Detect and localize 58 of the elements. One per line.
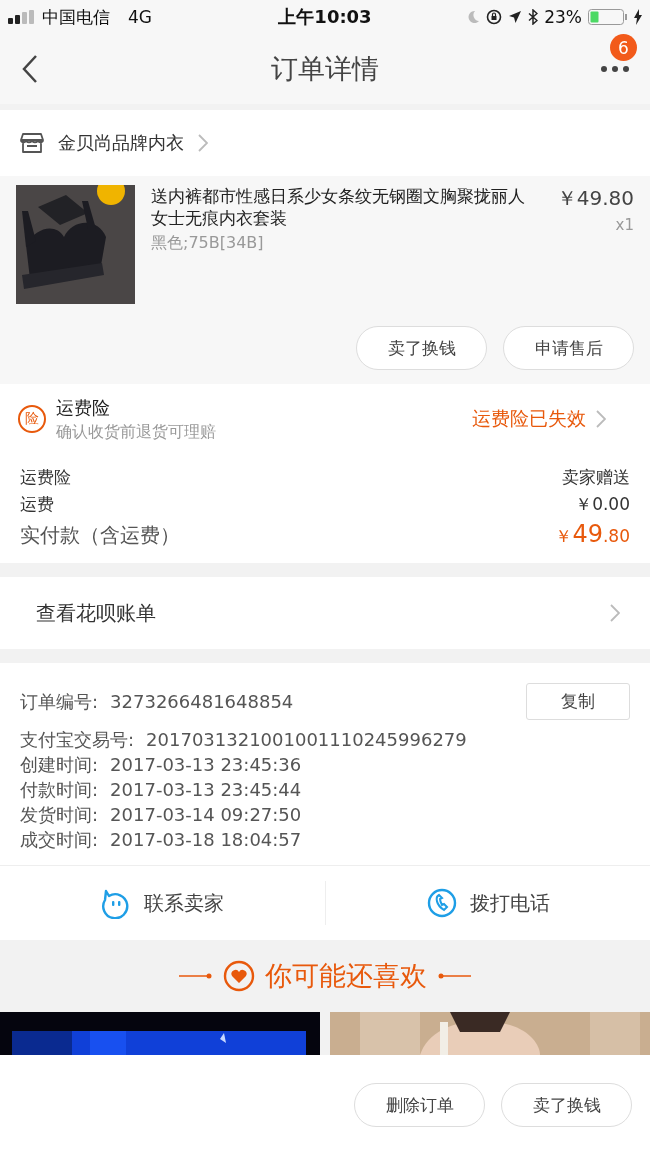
notification-badge: 6: [610, 34, 637, 61]
info-value: 2017-03-14 09:27:50: [110, 804, 302, 826]
product-price: ￥49.80: [556, 185, 634, 212]
info-value: 2017-03-18 18:04:57: [110, 829, 302, 851]
info-value: 2017-03-13 23:45:36: [110, 754, 302, 776]
product-title: 送内裤都市性感日系少女条纹无钢圈文胸聚拢丽人女士无痕内衣套装: [151, 185, 526, 229]
fee-label: 运费: [20, 493, 54, 516]
insurance-status: 运费险已失效: [472, 406, 586, 431]
info-value: 2017-03-13 23:45:44: [110, 779, 302, 801]
status-time: 上午10:03: [278, 5, 372, 29]
phone-icon: [425, 887, 458, 919]
charging-icon: [634, 9, 642, 25]
location-arrow-icon: [508, 10, 523, 24]
contact-button[interactable]: 联系卖家: [0, 873, 325, 933]
info-value: 3273266481648854: [110, 690, 294, 713]
signal-icon: [8, 10, 36, 24]
recommend-title: 你可能还喜欢: [265, 959, 427, 993]
info-label: 订单编号:: [20, 690, 99, 713]
chevron-right-icon: [610, 604, 620, 622]
info-label: 成交时间:: [20, 829, 99, 851]
bill-link[interactable]: 查看花呗账单: [0, 577, 650, 649]
fee-label: 运费险: [20, 466, 71, 489]
action-button[interactable]: 申请售后: [503, 326, 634, 370]
info-label: 创建时间:: [20, 754, 99, 776]
carrier-name: 中国电信: [42, 5, 110, 29]
total-amount: ￥49.80: [555, 520, 630, 548]
contact-button[interactable]: 拨打电话: [325, 873, 650, 933]
info-label: 发货时间:: [20, 804, 99, 826]
copy-button[interactable]: 复制: [526, 683, 630, 720]
moon-icon: [466, 10, 481, 24]
product-variant: 黑色;75B[34B]: [151, 233, 265, 254]
fee-value: ￥0.00: [575, 493, 630, 516]
right-ornament-icon: [437, 972, 471, 980]
insurance-title: 运费险: [56, 395, 111, 420]
battery-percent: 23%: [544, 7, 582, 27]
action-button[interactable]: 卖了换钱: [501, 1083, 632, 1127]
chevron-right-icon: [596, 410, 606, 428]
action-button[interactable]: 删除订单: [354, 1083, 485, 1127]
info-label: 付款时间:: [20, 779, 99, 801]
more-icon: [600, 65, 630, 73]
page-title: 订单详情: [271, 52, 379, 86]
shop-link[interactable]: 金贝尚品牌内衣: [0, 110, 650, 176]
total-label: 实付款（含运费）: [20, 522, 180, 549]
network-type: 4G: [128, 7, 152, 27]
insurance-note: 确认收货前退货可理赔: [56, 421, 217, 443]
lock-rotation-icon: [486, 9, 503, 25]
fee-value: 卖家赠送: [562, 466, 630, 489]
info-label: 支付宝交易号:: [20, 729, 135, 751]
chevron-right-icon: [198, 134, 208, 152]
product-card[interactable]: 送内裤都市性感日系少女条纹无钢圈文胸聚拢丽人女士无痕内衣套装 黑色;75B[34B] ￥49.80 x1 卖了换钱 申请售后: [0, 176, 650, 384]
left-ornament-icon: [179, 972, 213, 980]
insurance-mark: 险: [18, 405, 46, 433]
action-button[interactable]: 卖了换钱: [356, 326, 487, 370]
battery-icon: [588, 9, 628, 25]
product-quantity: x1: [615, 216, 634, 234]
info-value: 2017031321001001110245996279: [146, 729, 467, 751]
bluetooth-icon: [528, 9, 539, 25]
store-icon: [20, 132, 44, 154]
